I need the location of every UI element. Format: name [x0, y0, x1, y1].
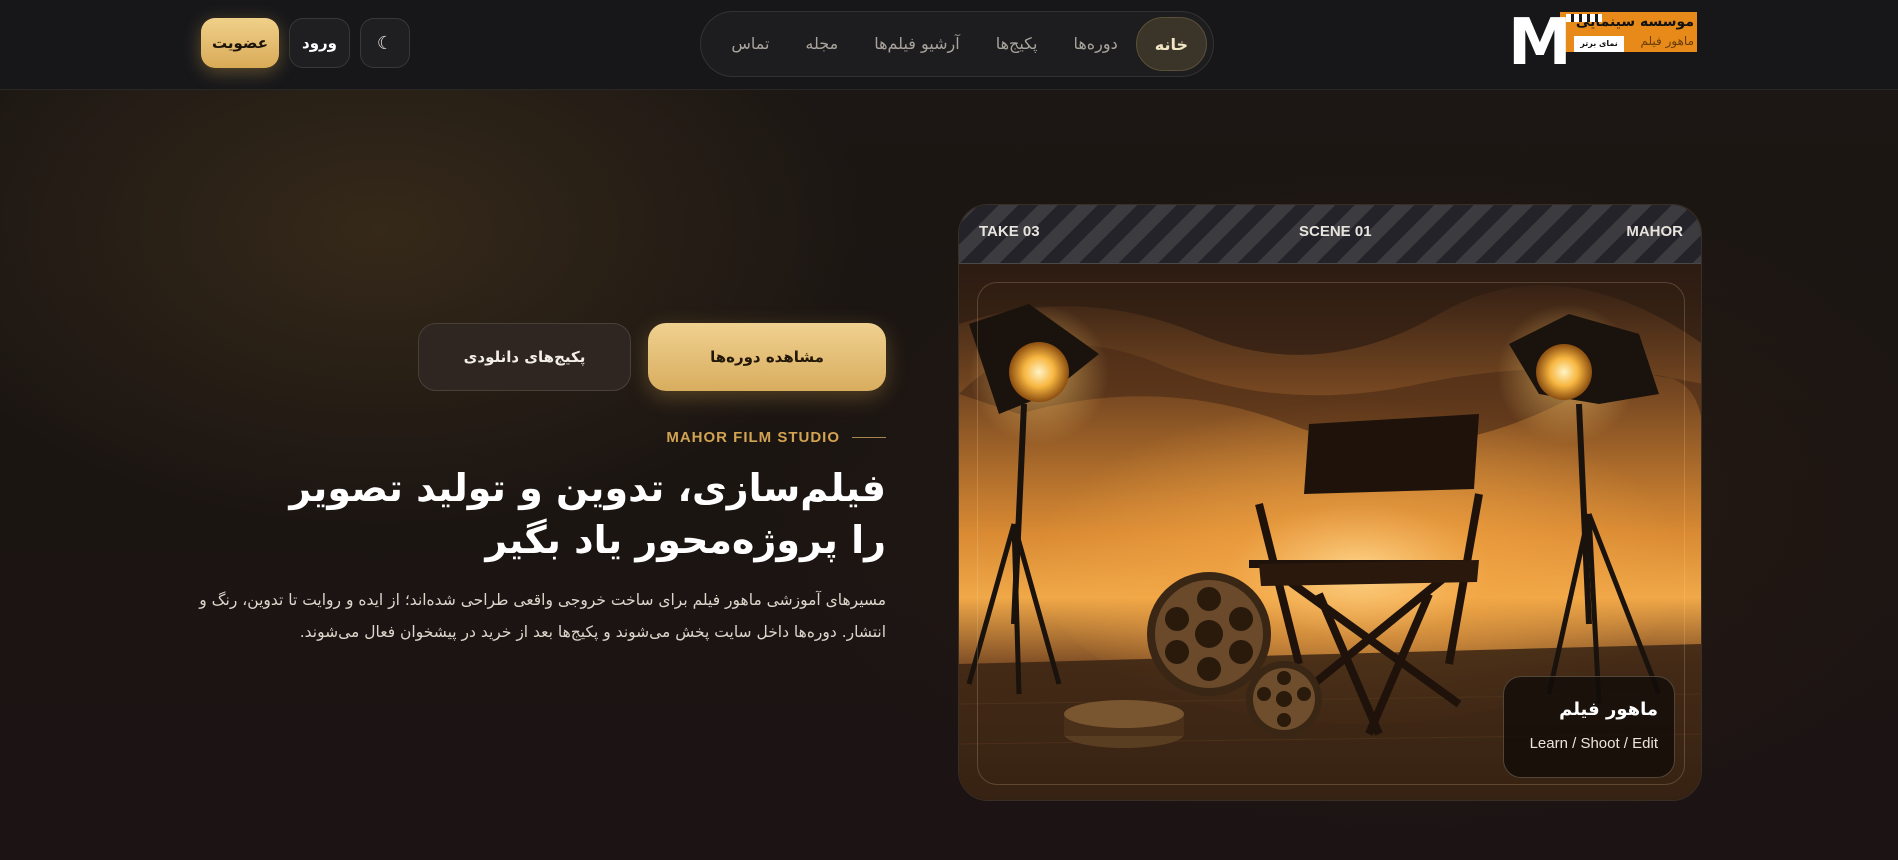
nav-film-archive[interactable]: آرشیو فیلم‌ها [856, 17, 978, 71]
eyebrow-text: MAHOR FILM STUDIO [666, 428, 840, 446]
hero-title: فیلم‌سازی، تدوین و تولید تصویر را پروژه‌… [289, 466, 886, 562]
site-logo[interactable]: موسسه سینمایی ماهور فیلم نمای برتر M [1508, 10, 1698, 76]
clapper-take-label: TAKE 03 [979, 223, 1040, 240]
eyebrow-divider [852, 436, 886, 438]
site-header: موسسه سینمایی ماهور فیلم نمای برتر M خان… [0, 0, 1898, 90]
nav-contact[interactable]: تماس [713, 17, 787, 71]
card-caption: ماهور فیلم Learn / Shoot / Edit [1503, 676, 1675, 778]
nav-packages[interactable]: پکیج‌ها [978, 17, 1056, 71]
clapperboard-strip: TAKE 03 SCENE 01 MAHOR [959, 205, 1701, 264]
nav-home[interactable]: خانه [1135, 17, 1207, 71]
download-packages-button[interactable]: پکیج‌های دانلودی [418, 323, 631, 391]
hero-eyebrow: MAHOR FILM STUDIO [560, 427, 886, 447]
login-button[interactable]: ورود [289, 18, 350, 68]
moon-icon: ☾ [376, 33, 394, 53]
clapper-brand-label: MAHOR [1626, 223, 1683, 240]
hero-description: مسیرهای آموزشی ماهور فیلم برای ساخت خروج… [199, 591, 886, 641]
view-courses-button[interactable]: مشاهده دوره‌ها [648, 323, 886, 391]
logo-film-perforation [1566, 14, 1602, 22]
logo-tag: نمای برتر [1574, 36, 1624, 52]
main-nav: خانه دوره‌ها پکیج‌ها آرشیو فیلم‌ها مجله … [700, 11, 1214, 77]
nav-magazine[interactable]: مجله [787, 17, 856, 71]
caption-subtitle: Learn / Shoot / Edit [1529, 735, 1658, 752]
film-set-image: ماهور فیلم Learn / Shoot / Edit [959, 264, 1701, 800]
theme-toggle-button[interactable]: ☾ [360, 18, 410, 68]
join-button[interactable]: عضویت [201, 18, 279, 68]
nav-courses[interactable]: دوره‌ها [1055, 17, 1135, 71]
caption-title: ماهور فیلم [1559, 699, 1658, 720]
hero-image-card: TAKE 03 SCENE 01 MAHOR ماهور فیلم Learn … [958, 204, 1702, 801]
clapper-scene-label: SCENE 01 [1299, 223, 1372, 240]
